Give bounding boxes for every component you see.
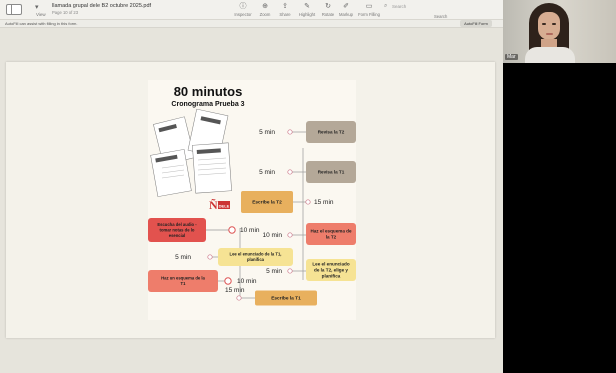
infographic-title: 80 minutos [174, 84, 243, 99]
preview-window: ▾ View llamada grupal dele B2 octubre 20… [0, 0, 616, 373]
timeline-node [224, 277, 232, 285]
timeline-node [207, 254, 213, 260]
svg-text:planifica: planifica [322, 274, 341, 279]
exam-sheets-illustration [150, 108, 232, 197]
svg-text:la T2: la T2 [326, 235, 337, 240]
autofill-banner: AutoFill can assist with filling in this… [0, 20, 503, 28]
svg-text:Revisa la T1: Revisa la T1 [318, 170, 345, 175]
svg-text:planifica: planifica [247, 257, 265, 262]
timeline-node [228, 226, 236, 234]
timeline-node [287, 268, 293, 274]
svg-text:Lee el enunciado: Lee el enunciado [312, 262, 349, 267]
svg-text:Lee el enunciado de la T1,: Lee el enunciado de la T1, [230, 252, 282, 257]
search-label: Search [434, 14, 448, 19]
svg-text:tomar notas de lo: tomar notas de lo [160, 227, 195, 232]
right-task-time: 5 min [259, 129, 275, 136]
svg-text:Escribe la T2: Escribe la T2 [252, 200, 282, 206]
participant-name: Mar [505, 54, 518, 60]
participant-video-tile[interactable]: Mar [503, 0, 616, 63]
timeline-node [287, 169, 293, 175]
document-title: llamada grupal dele B2 octubre 2025.pdf [52, 3, 152, 9]
left-task-time: 10 min [240, 227, 260, 234]
timeline-node [305, 199, 311, 205]
search-placeholder: Search [392, 4, 407, 9]
page-indicator: Page 10 of 23 [52, 10, 79, 15]
timeline-node [287, 232, 293, 238]
form-icon: ▭ [365, 3, 373, 10]
search-field[interactable]: ⌕ Search Search [384, 3, 494, 19]
view-label[interactable]: View [36, 12, 46, 17]
svg-text:T1: T1 [181, 281, 187, 286]
svg-text:Ñ: Ñ [209, 198, 218, 212]
participant-face [538, 12, 560, 40]
right-task-time: 5 min [259, 169, 275, 176]
svg-text:Revisa la T2: Revisa la T2 [318, 130, 345, 135]
search-icon: ⌕ [384, 3, 388, 9]
infographic-subtitle: Cronograma Prueba 3 [171, 101, 244, 108]
left-task-time: 5 min [175, 254, 191, 261]
infographic: 80 minutos Cronograma Prueba 3 Ñ DELE Re… [148, 80, 356, 320]
form-filling-button[interactable]: ▭ Form Filling [356, 3, 382, 17]
svg-text:Haz el esquema de: Haz el esquema de [310, 229, 352, 234]
timeline-node [287, 129, 293, 135]
dele-logo: Ñ DELE [209, 198, 230, 212]
view-menu-icon[interactable]: ▾ [35, 3, 39, 11]
svg-text:esencial: esencial [169, 233, 186, 238]
svg-text:de la T2, elige y: de la T2, elige y [314, 268, 348, 273]
autofill-message: AutoFill can assist with filling in this… [5, 21, 78, 26]
toolbar: ▾ View llamada grupal dele B2 octubre 20… [0, 0, 503, 20]
right-task-time: 10 min [262, 232, 282, 239]
sidebar-toggle-icon[interactable] [6, 4, 22, 15]
timeline-node [236, 295, 242, 301]
center-task-time: 15 min [225, 287, 245, 294]
autofill-button[interactable]: AutoFill Form [460, 20, 492, 27]
svg-text:Escribe la T1: Escribe la T1 [271, 296, 301, 302]
svg-text:Escucha del audio -: Escucha del audio - [157, 222, 197, 227]
screen: ▾ View llamada grupal dele B2 octubre 20… [0, 0, 616, 373]
right-task-time: 5 min [266, 268, 282, 275]
left-task-time: 10 min [237, 278, 257, 285]
svg-text:DELE: DELE [219, 204, 230, 209]
svg-text:Haz un esquema de la: Haz un esquema de la [161, 276, 205, 281]
center-task-time: 15 min [314, 199, 334, 206]
